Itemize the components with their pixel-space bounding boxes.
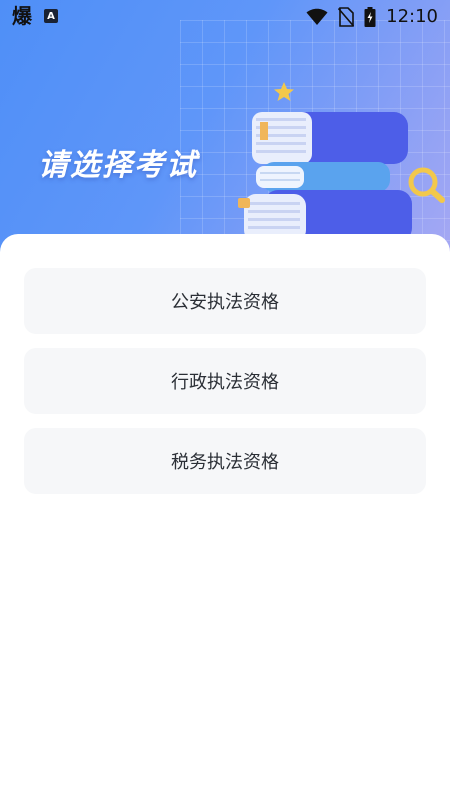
status-time: 12:10 xyxy=(386,6,438,27)
header-banner: 爆 A 12:10 请选择考试 xyxy=(0,0,450,260)
exam-option-tax[interactable]: 税务执法资格 xyxy=(24,428,426,494)
battery-charging-icon xyxy=(364,6,376,27)
exam-option-police[interactable]: 公安执法资格 xyxy=(24,268,426,334)
exam-option-label: 税务执法资格 xyxy=(171,452,279,473)
books-illustration xyxy=(238,82,445,242)
exam-option-administrative[interactable]: 行政执法资格 xyxy=(24,348,426,414)
wifi-icon xyxy=(306,8,328,25)
page-title: 请选择考试 xyxy=(38,148,198,183)
notification-app-icon: 爆 xyxy=(12,4,32,28)
star-icon xyxy=(274,82,294,101)
exam-selection-card: 公安执法资格 行政执法资格 税务执法资格 xyxy=(0,234,450,800)
status-bar: 爆 A 12:10 xyxy=(0,0,450,32)
no-sim-icon xyxy=(338,6,355,27)
exam-option-label: 公安执法资格 xyxy=(171,292,279,313)
exam-option-label: 行政执法资格 xyxy=(171,372,279,393)
a-badge-icon: A xyxy=(44,9,58,23)
